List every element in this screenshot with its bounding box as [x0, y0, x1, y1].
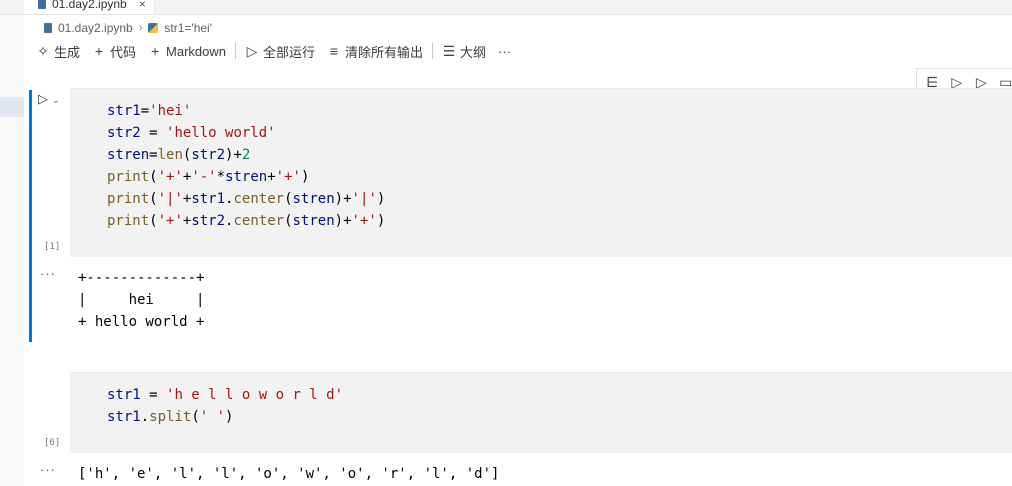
output-line: ['h', 'e', 'l', 'l', 'o', 'w', 'o', 'r',… — [78, 466, 500, 482]
notebook-toolbar: ✧ 生成 + 代码 + Markdown ▷ 全部运行 ≡ 清除所有输出 ☰ 大… — [30, 40, 517, 62]
toolbar-divider — [235, 43, 236, 59]
code-line: str1.split(' ') — [107, 409, 234, 425]
generate-label: 生成 — [54, 44, 81, 60]
add-markdown-button[interactable]: + Markdown — [142, 40, 232, 62]
breadcrumb-symbol[interactable]: str1='hei' — [164, 21, 212, 35]
chevron-right-icon: › — [138, 22, 143, 34]
more-icon: ··· — [498, 43, 512, 59]
execution-count: [1] — [44, 242, 61, 252]
run-cell-button[interactable]: ▷ ⌄ — [38, 91, 60, 107]
toolbar-divider — [432, 43, 434, 59]
plus-icon: + — [150, 43, 160, 59]
execution-count: [6] — [44, 438, 61, 448]
play-icon: ▷ — [246, 42, 258, 59]
outline-label: 大纲 — [460, 44, 487, 60]
cell-1-source[interactable]: str1='hei' str2 = 'hello world' stren=le… — [107, 100, 385, 232]
sparkle-icon: ✧ — [37, 42, 49, 59]
plus-icon: + — [94, 43, 104, 59]
list-icon: ☰ — [442, 42, 456, 59]
output-more-icon[interactable]: ··· — [40, 266, 56, 281]
breadcrumb-file[interactable]: 01.day2.ipynb — [58, 21, 133, 35]
clear-all-icon: ≡ — [329, 43, 339, 59]
run-all-button[interactable]: ▷ 全部运行 — [239, 40, 321, 62]
output-line: + hello world + — [78, 314, 205, 330]
notebook-icon — [38, 0, 46, 9]
run-all-label: 全部运行 — [263, 44, 316, 60]
left-gutter — [0, 15, 24, 486]
clear-outputs-button[interactable]: ≡ 清除所有输出 — [321, 40, 429, 62]
cell-2-source[interactable]: str1 = 'h e l l o w o r l d' str1.split(… — [107, 384, 343, 428]
add-markdown-label: Markdown — [166, 43, 226, 59]
outline-button[interactable]: ☰ 大纲 — [436, 40, 492, 62]
code-line: print('+'+str2.center(stren)+'+') — [107, 213, 386, 229]
chevron-down-icon[interactable]: ⌄ — [52, 95, 60, 105]
code-line: stren=len(str2)+2 — [107, 147, 251, 163]
tab-label: 01.day2.ipynb — [52, 0, 127, 11]
code-line: str1='hei' — [107, 103, 192, 119]
notebook-tab[interactable]: 01.day2.ipynb × — [24, 0, 155, 14]
output-more-icon[interactable]: ··· — [40, 462, 56, 477]
cell-focus-indicator — [29, 90, 32, 342]
output-line: +-------------+ — [78, 270, 205, 286]
cell-1-output: +-------------+ | hei | + hello world + — [78, 267, 204, 333]
generate-button[interactable]: ✧ 生成 — [30, 40, 86, 62]
add-code-label: 代码 — [110, 44, 137, 60]
output-line: | hei | — [78, 292, 205, 308]
notebook-icon — [44, 23, 52, 33]
code-line: print('|'+str1.center(stren)+'|') — [107, 191, 386, 207]
clear-outputs-label: 清除所有输出 — [345, 44, 424, 60]
cell-2-output: ['h', 'e', 'l', 'l', 'o', 'w', 'o', 'r',… — [78, 463, 499, 485]
editor-tab-strip: 01.day2.ipynb × — [0, 0, 1012, 15]
code-line: str2 = 'hello world' — [107, 125, 276, 141]
close-icon[interactable]: × — [139, 0, 146, 12]
more-actions-button[interactable]: ··· — [492, 40, 517, 62]
code-line: print('+'+'-'*stren+'+') — [107, 169, 310, 185]
python-icon — [148, 23, 159, 33]
gutter-highlight — [0, 97, 24, 117]
breadcrumb: 01.day2.ipynb › str1='hei' — [44, 18, 212, 38]
add-code-button[interactable]: + 代码 — [86, 40, 142, 62]
code-line: str1 = 'h e l l o w o r l d' — [107, 387, 344, 403]
